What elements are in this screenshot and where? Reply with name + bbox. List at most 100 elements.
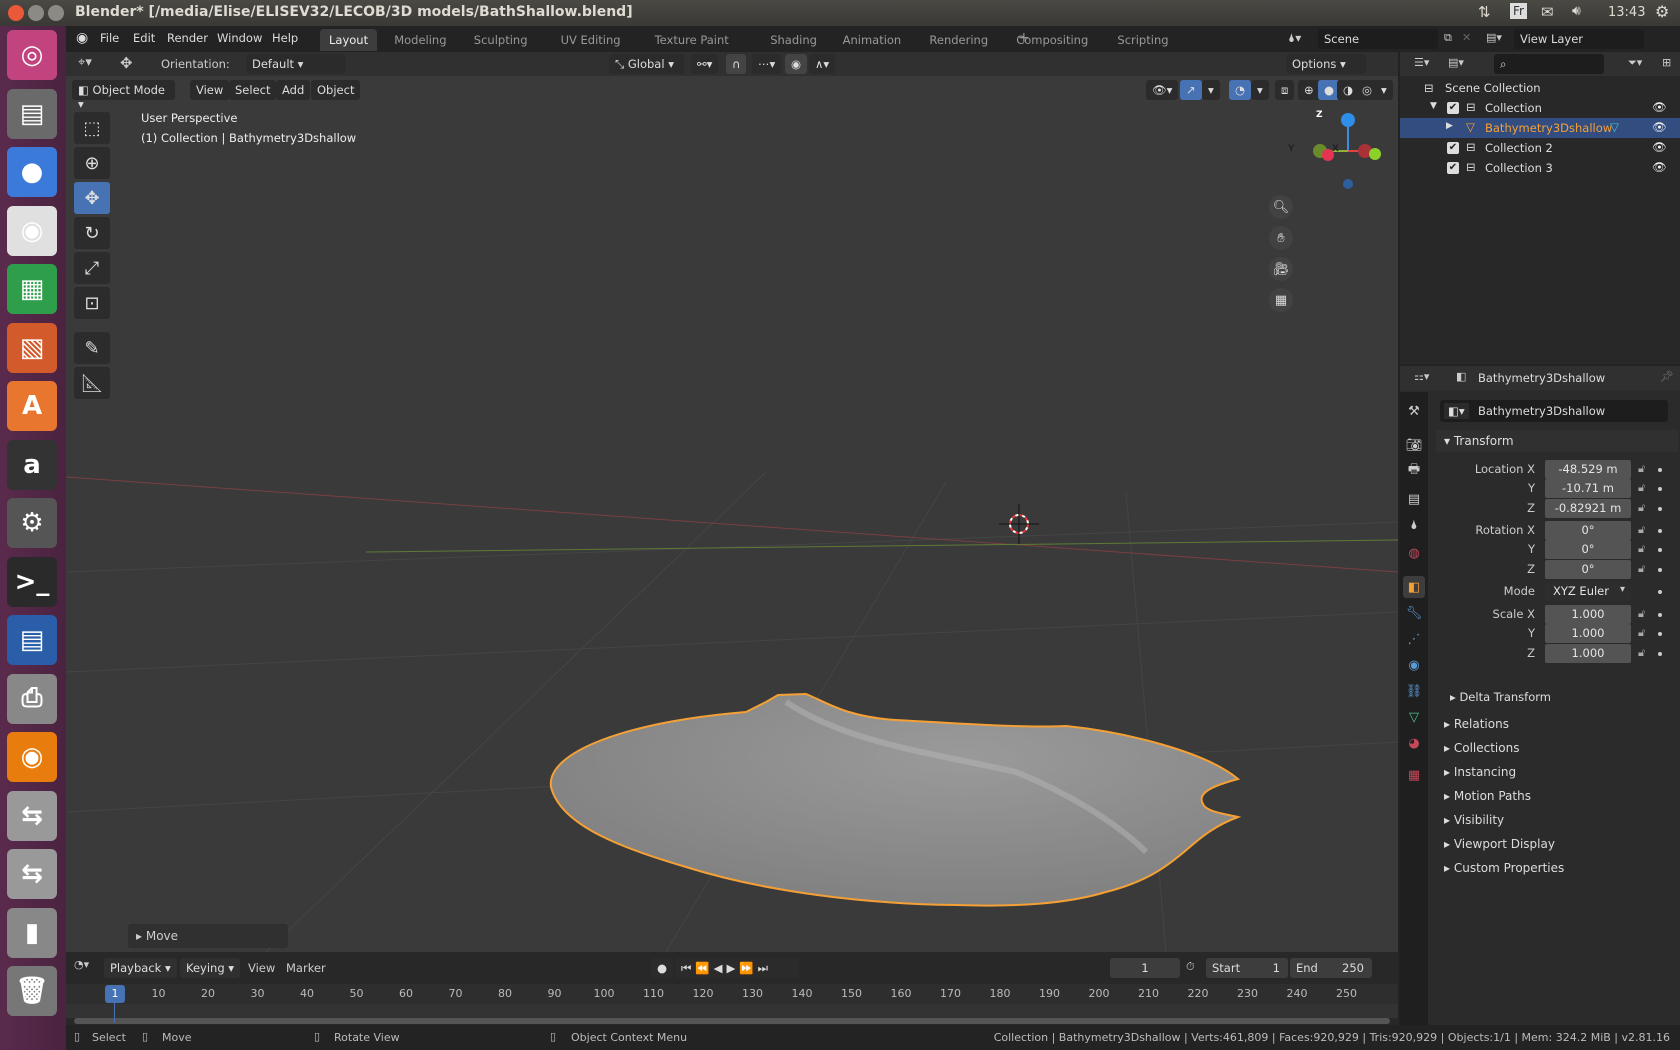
settings-icon[interactable]: ⚙ <box>7 498 57 548</box>
3d-viewport[interactable]: Z Y X ⌖▾ ✥ Orientation: Default ▾ ⤡ Glob… <box>66 52 1398 952</box>
usb-drive-icon[interactable]: ⇆ <box>7 790 57 841</box>
minimize-window-button[interactable] <box>28 5 44 21</box>
lock-icon[interactable]: 🔓︎ <box>1638 626 1645 640</box>
texture-icon[interactable]: ▦ <box>1403 764 1425 786</box>
amazon-icon[interactable]: a <box>7 439 57 490</box>
pin-icon[interactable]: 📌︎ <box>1660 370 1674 383</box>
new-collection-icon[interactable]: ⊞ <box>1662 56 1671 69</box>
tab-texture-paint[interactable]: Texture Paint <box>646 29 738 51</box>
options-dropdown[interactable]: Options ▾ <box>1286 54 1366 74</box>
playhead-frame[interactable]: 1 <box>105 985 125 1003</box>
timeline-track[interactable] <box>66 1004 1398 1018</box>
falloff-dropdown[interactable]: ∧▾ <box>809 54 836 74</box>
last-operator-panel[interactable]: ▸ Move <box>128 924 288 948</box>
shading-dropdown[interactable]: ▾ <box>1375 80 1393 100</box>
expand-arrow-icon[interactable]: ▼ <box>1430 101 1437 111</box>
timeline-scrollbar[interactable] <box>74 1018 1390 1024</box>
scene-icon[interactable]: 🌢 <box>1403 514 1425 536</box>
outliner-search-input[interactable]: ⌕ <box>1494 54 1604 74</box>
usb-stick-icon[interactable]: ▮ <box>7 907 57 958</box>
delta-transform-subpanel[interactable]: ▸ Delta Transform <box>1450 690 1551 704</box>
navigation-gizmo[interactable] <box>1313 113 1381 189</box>
outliner-row[interactable]: ✔ ⊟ Collection 3 👁︎ <box>1400 158 1680 178</box>
expand-arrow-icon[interactable]: ▶ <box>1446 121 1453 131</box>
property-value-field[interactable]: -0.82921 m <box>1545 499 1631 518</box>
menu-keying[interactable]: Keying ▾ <box>180 958 241 978</box>
snap-target-dropdown[interactable]: ⋯▾ <box>752 54 782 74</box>
menu-select[interactable]: Select <box>229 80 277 100</box>
view-layer-filter-icon[interactable]: ▤▾ <box>1448 56 1464 69</box>
bathymetry-mesh[interactable] <box>549 692 1242 907</box>
rotation-mode-dropdown[interactable]: XYZ Euler <box>1545 582 1631 601</box>
menu-edit[interactable]: Edit <box>133 31 155 45</box>
keyframe-dot-icon[interactable] <box>1658 529 1662 533</box>
outliner-row[interactable]: ✔ ▼ ⊟ Collection 👁︎ <box>1400 98 1680 118</box>
tab-sculpting[interactable]: Sculpting <box>465 29 537 51</box>
object-icon[interactable]: ◧ <box>1403 576 1425 598</box>
lock-icon[interactable]: 🔓︎ <box>1638 501 1645 515</box>
delete-scene-icon[interactable]: ✕ <box>1462 31 1471 44</box>
keyframe-dot-icon[interactable] <box>1658 468 1662 472</box>
transform-panel-header[interactable]: ▾ Transform <box>1436 430 1678 452</box>
overlay-dropdown[interactable]: ▾ <box>1251 80 1269 100</box>
end-frame-field[interactable]: End 250 <box>1290 958 1372 978</box>
tab-compositing[interactable]: Compositing <box>1007 29 1097 51</box>
select-box-tool-icon[interactable]: ⬚ <box>74 112 110 144</box>
transform-pivot-icon[interactable]: ⌖▾ <box>78 55 92 70</box>
material-icon[interactable]: ◕ <box>1403 732 1425 754</box>
tab-shading[interactable]: Shading <box>761 29 826 51</box>
view-layer-field[interactable]: View Layer <box>1514 29 1644 49</box>
proportional-edit-toggle[interactable]: ◉ <box>785 54 808 74</box>
constraints-icon[interactable]: ⛓ <box>1403 680 1425 702</box>
mode-dropdown[interactable]: ◧ Object Mode ▾ <box>72 80 175 111</box>
display-mode-icon[interactable]: ☰▾ <box>1414 56 1429 69</box>
scanner-icon[interactable]: ⎙ <box>7 673 57 724</box>
world-icon[interactable]: ◍ <box>1403 542 1425 564</box>
keyframe-dot-icon[interactable] <box>1658 487 1662 491</box>
panel-viewport-display[interactable]: ▸ Viewport Display <box>1436 834 1678 856</box>
close-window-button[interactable] <box>8 5 24 21</box>
transform-tool-icon[interactable]: ⊡ <box>74 287 110 319</box>
panel-collections[interactable]: ▸ Collections <box>1436 738 1678 760</box>
filter-icon[interactable]: ⏷▾ <box>1628 56 1642 70</box>
render-icon[interactable]: 📷︎ <box>1403 434 1425 456</box>
property-value-field[interactable]: 1.000 <box>1545 624 1631 643</box>
keyframe-dot-icon[interactable] <box>1658 652 1662 656</box>
volume-icon[interactable]: 🔊︎ <box>1572 3 1581 19</box>
writer-icon[interactable]: ▤ <box>7 615 57 665</box>
lock-icon[interactable]: 🔓︎ <box>1638 462 1645 476</box>
presentation-icon[interactable]: ▧ <box>7 322 57 373</box>
software-center-icon[interactable]: A <box>7 381 57 431</box>
eye-icon[interactable]: 👁︎ <box>1652 160 1667 174</box>
visibility-checkbox[interactable]: ✔ <box>1447 142 1459 154</box>
tab-layout[interactable]: Layout <box>320 29 378 51</box>
transform-orientation-dropdown[interactable]: ⤡ Global ▾ <box>609 54 684 74</box>
menu-add[interactable]: Add <box>276 80 311 100</box>
output-icon[interactable]: 🖶 <box>1403 460 1425 482</box>
outliner-row[interactable]: ✔ ⊟ Collection 2 👁︎ <box>1400 138 1680 158</box>
tab-modeling[interactable]: Modeling <box>385 29 455 51</box>
eye-icon[interactable]: 👁︎ <box>1652 120 1667 134</box>
spreadsheet-icon[interactable]: ▦ <box>7 264 57 314</box>
clock[interactable]: 13:43 <box>1608 5 1645 20</box>
maximize-window-button[interactable] <box>48 5 64 21</box>
panel-instancing[interactable]: ▸ Instancing <box>1436 762 1678 784</box>
mail-icon[interactable]: ✉ <box>1541 3 1554 21</box>
keyframe-dot-icon[interactable] <box>1658 548 1662 552</box>
particles-icon[interactable]: ⋰ <box>1403 628 1425 650</box>
eye-icon[interactable]: 👁︎ <box>1652 100 1667 114</box>
menu-playback[interactable]: Playback ▾ <box>104 958 177 978</box>
keyframe-dot-icon[interactable] <box>1658 568 1662 572</box>
gizmo-dropdown[interactable]: ▾ <box>1202 80 1220 100</box>
chromium-icon[interactable]: ● <box>7 147 57 197</box>
scene-field[interactable]: Scene <box>1318 29 1438 49</box>
keyframe-dot-icon[interactable] <box>1658 613 1662 617</box>
visibility-checkbox[interactable]: ✔ <box>1447 102 1459 114</box>
property-value-field[interactable]: 1.000 <box>1545 644 1631 663</box>
terminal-icon[interactable]: >_ <box>7 556 57 607</box>
annotate-tool-icon[interactable]: ✎ <box>74 332 110 364</box>
modifier-icon[interactable]: 🔧︎ <box>1403 602 1425 624</box>
lock-icon[interactable]: 🔓︎ <box>1638 607 1645 621</box>
outliner-row[interactable]: ▶ ▽ Bathymetry3Dshallow ▽ 👁︎ <box>1400 118 1680 138</box>
keyboard-layout-indicator[interactable]: Fr <box>1510 3 1527 19</box>
